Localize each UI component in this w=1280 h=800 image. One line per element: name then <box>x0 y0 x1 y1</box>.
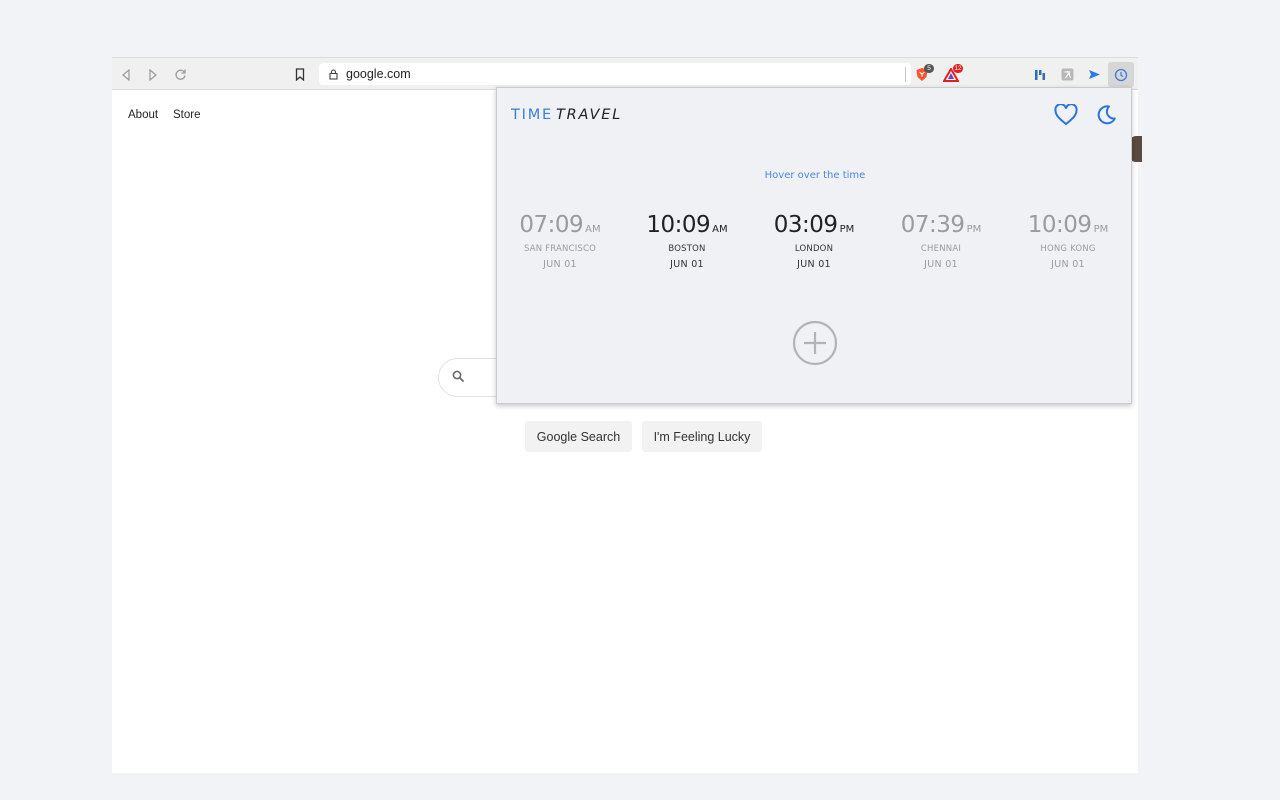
bookmark-button[interactable] <box>289 58 311 91</box>
timetravel-popup: TIME TRAVEL Hover over the time 07:09 AM S… <box>496 87 1132 404</box>
clock-london[interactable]: 03:09 PM LONDON JUN 01 <box>759 212 869 270</box>
clock-date: JUN 01 <box>797 259 831 270</box>
clock-ampm: PM <box>966 224 982 235</box>
reload-button[interactable] <box>169 58 191 91</box>
clock-ampm: PM <box>1093 224 1109 235</box>
logo-travel: TRAVEL <box>556 107 623 123</box>
clock-city: LONDON <box>794 244 834 254</box>
clock-ampm: AM <box>585 224 601 235</box>
clock-city: HONG KONG <box>1040 244 1096 254</box>
clock-city: CHENNAI <box>920 244 962 254</box>
store-link[interactable]: Store <box>173 109 201 121</box>
favorites-button[interactable] <box>1053 102 1079 128</box>
shield-badge: 5 <box>924 64 934 73</box>
clock-time: 07:09 <box>519 212 584 238</box>
clock-ampm: AM <box>712 224 728 235</box>
clock-chennai[interactable]: 07:39 PM CHENNAI JUN 01 <box>886 212 996 270</box>
clock-icon <box>1114 68 1128 81</box>
rewards-badge: 12 <box>953 64 963 73</box>
address-bar[interactable]: google.com <box>319 63 911 85</box>
clock-hong-kong[interactable]: 10:09 PM HONG KONG JUN 01 <box>1013 212 1123 270</box>
plus-circle-icon <box>792 320 838 366</box>
url-text: google.com <box>346 67 411 81</box>
forward-arrow-icon <box>149 68 157 81</box>
hover-hint: Hover over the time <box>764 170 866 181</box>
lock-icon <box>329 68 338 80</box>
clock-ampm: PM <box>839 224 855 235</box>
translate-icon <box>1061 68 1073 81</box>
clock-city: SAN FRANCISCO <box>523 244 597 254</box>
clock-date: JUN 01 <box>1051 259 1085 270</box>
clock-time: 03:09 <box>773 212 838 238</box>
reload-icon <box>174 69 186 80</box>
forward-button[interactable] <box>142 58 164 91</box>
timetravel-extension-button[interactable] <box>1108 62 1134 87</box>
back-button[interactable] <box>115 58 137 91</box>
clock-san-francisco[interactable]: 07:09 AM SAN FRANCISCO JUN 01 <box>505 212 615 270</box>
clock-date: JUN 01 <box>670 259 704 270</box>
back-arrow-icon <box>122 68 130 81</box>
clock-date: JUN 01 <box>924 259 958 270</box>
clock-time: 10:09 <box>646 212 711 238</box>
clock-date: JUN 01 <box>543 259 577 270</box>
add-city-button[interactable] <box>792 320 838 366</box>
play-icon <box>1088 70 1100 79</box>
search-icon <box>452 370 465 383</box>
bars-icon <box>1035 69 1045 80</box>
moon-icon <box>1097 105 1116 125</box>
browser-toolbar: google.com 5 12 <box>112 57 1138 90</box>
about-link[interactable]: About <box>128 109 158 121</box>
clock-time: 07:39 <box>900 212 965 238</box>
logo-time: TIME <box>511 107 554 123</box>
clock-time: 10:09 <box>1027 212 1092 238</box>
clock-boston[interactable]: 10:09 AM BOSTON JUN 01 <box>632 212 742 270</box>
clock-city: BOSTON <box>668 244 706 254</box>
heart-icon <box>1054 104 1078 126</box>
bookmark-icon <box>295 68 305 81</box>
dark-mode-button[interactable] <box>1093 102 1119 128</box>
google-search-button[interactable]: Google Search <box>525 421 632 452</box>
feeling-lucky-button[interactable]: I'm Feeling Lucky <box>642 421 762 452</box>
timetravel-logo: TIME TRAVEL <box>511 106 622 124</box>
toolbar-divider <box>905 67 906 82</box>
